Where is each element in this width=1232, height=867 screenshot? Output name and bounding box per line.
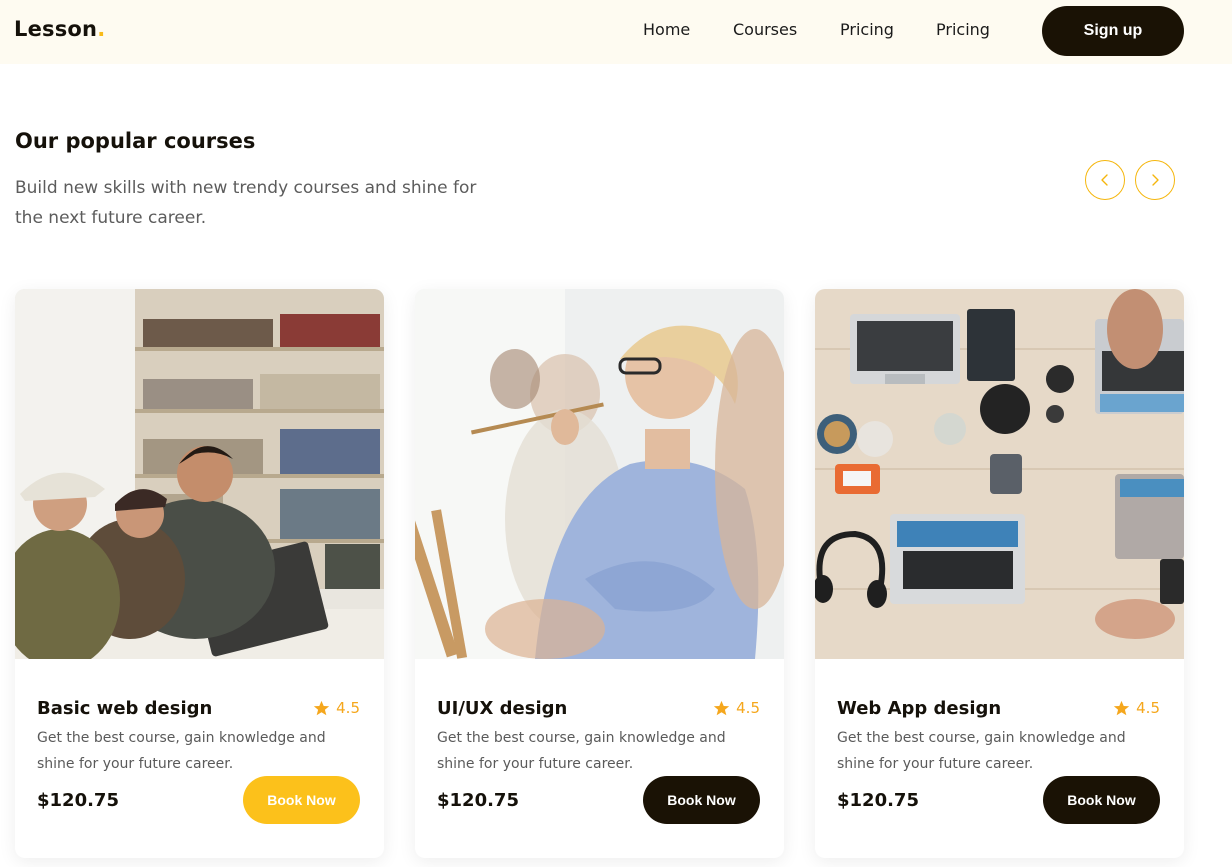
- star-icon: [713, 700, 730, 715]
- course-description: Get the best course, gain knowledge and …: [37, 730, 326, 772]
- brand-name[interactable]: Lesson: [14, 17, 97, 41]
- course-price: $120.75: [37, 790, 119, 811]
- course-image-woman-thinking: [415, 289, 784, 659]
- course-rating: 4.5: [713, 699, 760, 717]
- rating-value: 4.5: [1136, 699, 1160, 717]
- course-card[interactable]: Web App design 4.5 Get the best course, …: [815, 289, 1184, 858]
- course-card[interactable]: UI/UX design 4.5 Get the best course, ga…: [415, 289, 784, 858]
- section-subtitle: Build new skills with new trendy courses…: [15, 178, 477, 228]
- course-rating: 4.5: [313, 699, 360, 717]
- book-now-button[interactable]: Book Now: [643, 776, 760, 824]
- course-description: Get the best course, gain knowledge and …: [837, 730, 1126, 772]
- course-price: $120.75: [837, 790, 919, 811]
- book-now-button[interactable]: Book Now: [1043, 776, 1160, 824]
- chevron-left-icon: [1101, 174, 1108, 186]
- chevron-right-icon: [1152, 174, 1159, 186]
- course-title: Basic web design: [37, 698, 213, 719]
- carousel-prev-button[interactable]: [1085, 160, 1125, 200]
- section-title: Our popular courses: [15, 129, 256, 153]
- nav-link-courses[interactable]: Courses: [733, 20, 797, 39]
- nav-link-pricing-2[interactable]: Pricing: [936, 20, 990, 39]
- course-rating: 4.5: [1113, 699, 1160, 717]
- star-icon: [1113, 700, 1130, 715]
- sign-up-button[interactable]: Sign up: [1042, 6, 1184, 56]
- brand-logo[interactable]: Lesson.: [14, 17, 105, 41]
- course-card[interactable]: Basic web design 4.5 Get the best course…: [15, 289, 384, 858]
- course-image-students-laughing: [15, 289, 384, 659]
- carousel-next-button[interactable]: [1135, 160, 1175, 200]
- course-title: Web App design: [837, 698, 1002, 719]
- rating-value: 4.5: [336, 699, 360, 717]
- course-description: Get the best course, gain knowledge and …: [437, 730, 726, 772]
- brand-dot: .: [97, 17, 106, 41]
- course-price: $120.75: [437, 790, 519, 811]
- book-now-button[interactable]: Book Now: [243, 776, 360, 824]
- course-image-laptops-desk: [815, 289, 1184, 659]
- top-navbar: Lesson. Home Courses Pricing Pricing Sig…: [0, 0, 1232, 64]
- rating-value: 4.5: [736, 699, 760, 717]
- course-title: UI/UX design: [437, 698, 568, 719]
- nav-link-home[interactable]: Home: [643, 20, 690, 39]
- star-icon: [313, 700, 330, 715]
- nav-link-pricing[interactable]: Pricing: [840, 20, 894, 39]
